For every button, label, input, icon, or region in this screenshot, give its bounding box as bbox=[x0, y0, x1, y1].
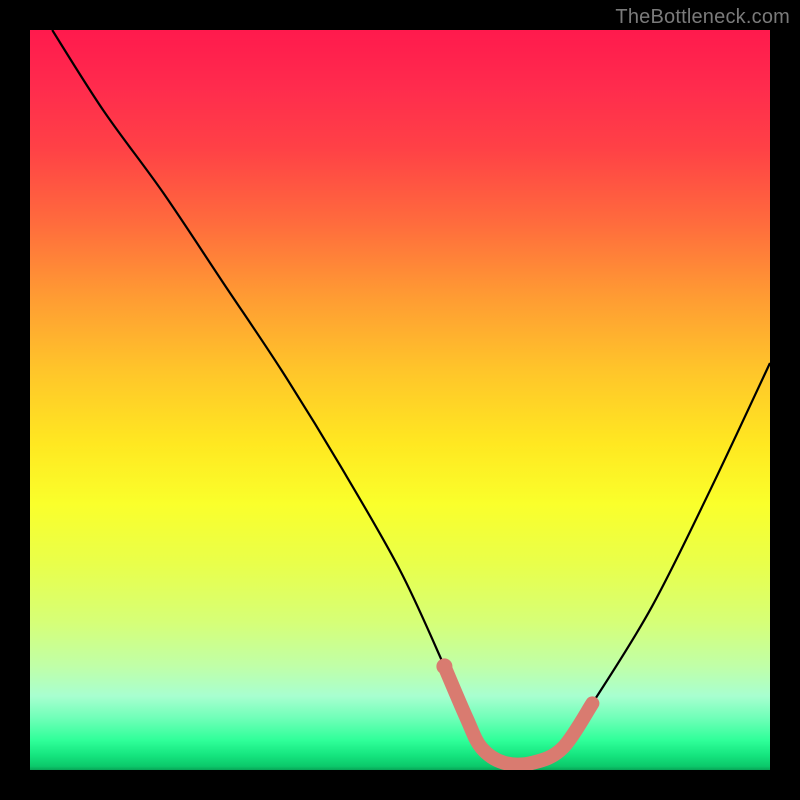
bottleneck-curve bbox=[52, 30, 770, 764]
optimal-range-highlight bbox=[444, 666, 592, 764]
plot-area bbox=[30, 30, 770, 770]
highlight-start-dot bbox=[436, 658, 452, 674]
watermark-text: TheBottleneck.com bbox=[615, 6, 790, 29]
curve-layer bbox=[30, 30, 770, 770]
chart-frame: TheBottleneck.com bbox=[0, 0, 800, 800]
